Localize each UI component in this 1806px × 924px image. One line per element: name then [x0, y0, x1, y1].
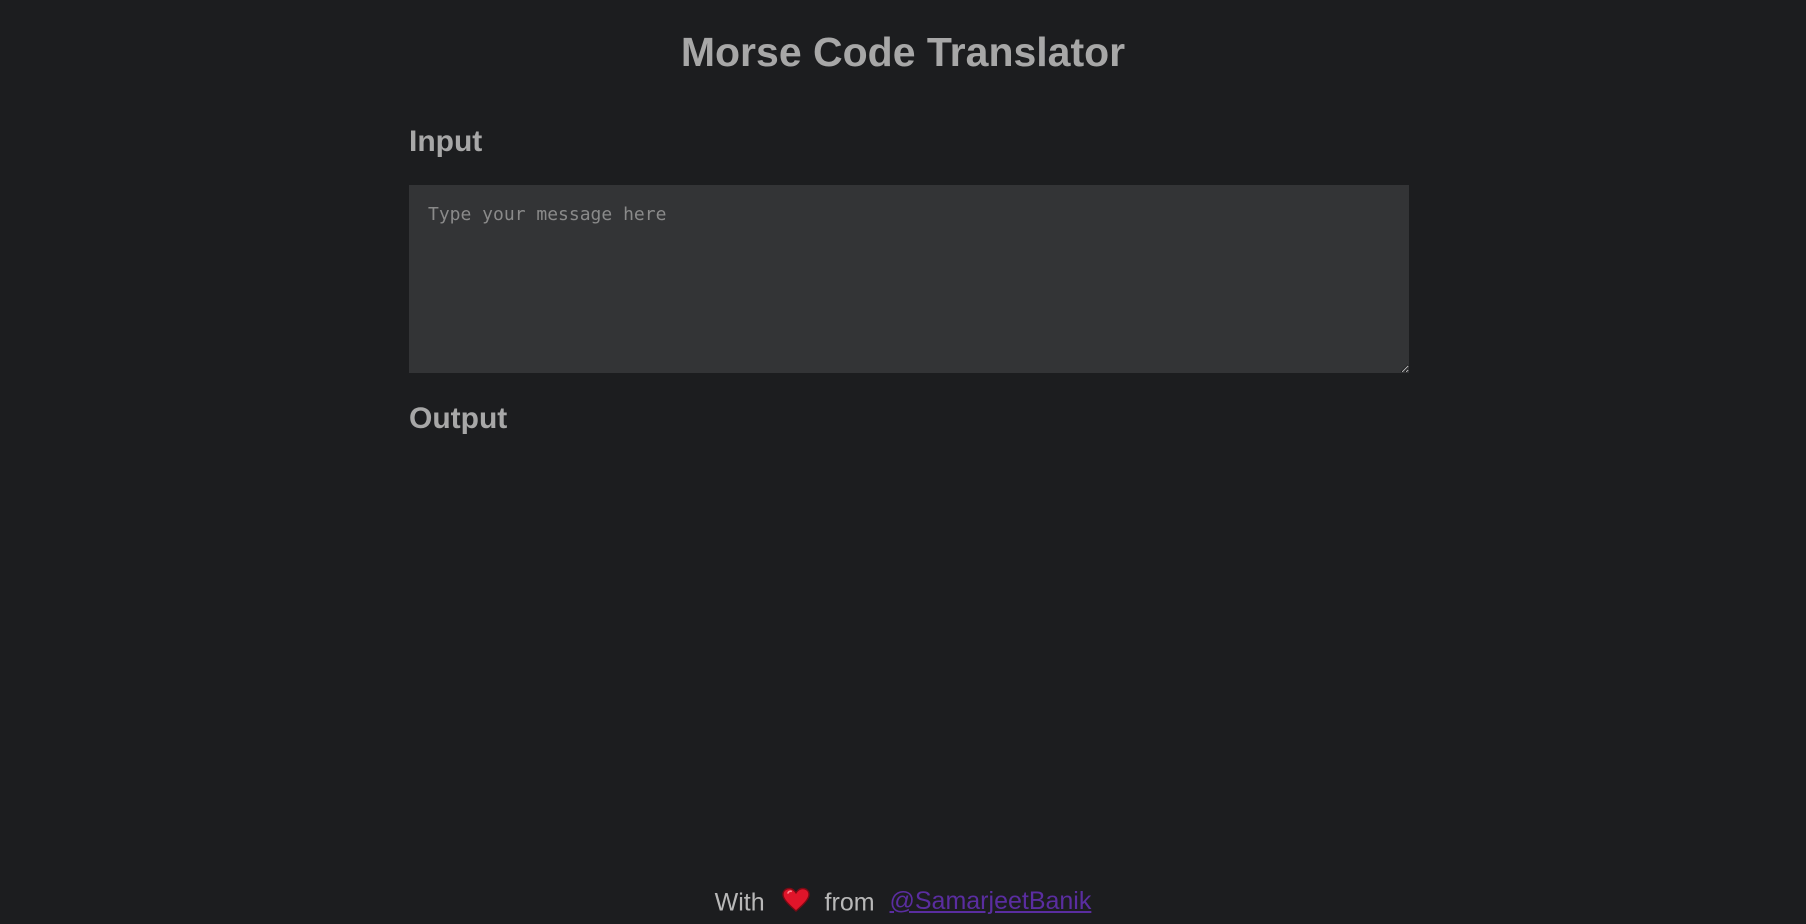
input-heading: Input [409, 125, 483, 158]
author-link[interactable]: @SamarjeetBanik [890, 887, 1092, 915]
footer-prefix: With [714, 888, 765, 917]
page-title: Morse Code Translator [680, 29, 1126, 75]
message-input[interactable] [409, 185, 1409, 373]
page: Morse Code Translator Input Output With … [0, 0, 1806, 924]
heart-icon [781, 888, 810, 913]
footer: With from @SamarjeetBanik [0, 883, 1806, 920]
output-heading: Output [409, 402, 508, 435]
output-text [409, 452, 1409, 476]
footer-middle: from [824, 888, 875, 917]
